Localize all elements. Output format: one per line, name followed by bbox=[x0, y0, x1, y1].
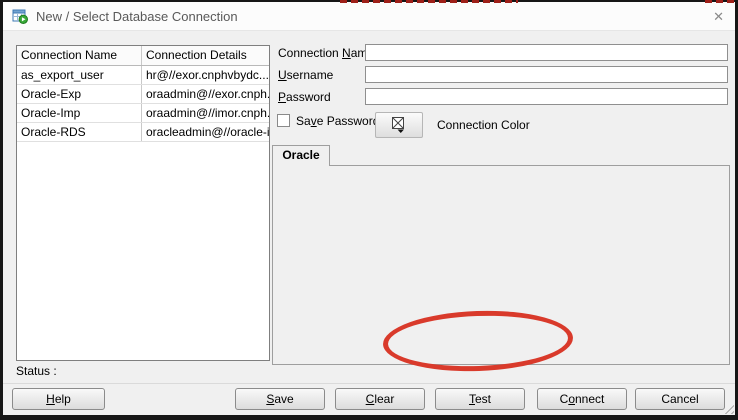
test-button[interactable]: Test bbox=[435, 388, 525, 410]
connection-details-cell: hr@//exor.cnphvbydc... bbox=[142, 66, 269, 84]
column-header-connection-details[interactable]: Connection Details bbox=[142, 46, 269, 65]
help-button[interactable]: Help bbox=[12, 388, 105, 410]
table-header-row: Connection Name Connection Details bbox=[17, 46, 269, 66]
new-select-database-connection-dialog: New / Select Database Connection ✕ Conne… bbox=[0, 0, 738, 420]
connection-name-label: Connection Name bbox=[278, 46, 374, 60]
password-label: Password bbox=[278, 90, 331, 104]
cancel-button[interactable]: Cancel bbox=[635, 388, 725, 410]
connection-name-cell: Oracle-Exp bbox=[17, 85, 142, 103]
title-bar: New / Select Database Connection ✕ bbox=[3, 2, 735, 31]
no-color-icon bbox=[391, 117, 407, 133]
table-row[interactable]: Oracle-Imp oraadmin@//imor.cnph... bbox=[17, 104, 269, 123]
column-header-connection-name[interactable]: Connection Name bbox=[17, 46, 142, 65]
save-password-checkbox[interactable] bbox=[277, 114, 290, 127]
connection-name-cell: Oracle-RDS bbox=[17, 123, 142, 141]
connection-name-cell: as_export_user bbox=[17, 66, 142, 84]
username-input[interactable] bbox=[365, 66, 728, 83]
connection-name-input[interactable] bbox=[365, 44, 728, 61]
password-input[interactable] bbox=[365, 88, 728, 105]
separator bbox=[3, 383, 735, 384]
tab-oracle[interactable]: Oracle bbox=[272, 145, 330, 166]
connection-details-cell: oracleadmin@//oracle-i... bbox=[142, 123, 269, 141]
connect-button[interactable]: Connect bbox=[537, 388, 627, 410]
table-row[interactable]: Oracle-RDS oracleadmin@//oracle-i... bbox=[17, 123, 269, 142]
clear-button[interactable]: Clear bbox=[335, 388, 425, 410]
oracle-tab-panel bbox=[272, 165, 730, 365]
database-connection-icon bbox=[12, 8, 28, 24]
table-row[interactable]: Oracle-Exp oraadmin@//exor.cnph... bbox=[17, 85, 269, 104]
connection-color-label: Connection Color bbox=[437, 118, 530, 132]
dialog-title: New / Select Database Connection bbox=[36, 9, 238, 24]
save-password-label: Save Password bbox=[296, 114, 379, 128]
connections-table: Connection Name Connection Details as_ex… bbox=[16, 45, 270, 361]
connection-color-button[interactable] bbox=[375, 112, 423, 138]
status-label: Status : bbox=[16, 364, 57, 378]
save-button[interactable]: Save bbox=[235, 388, 325, 410]
cropped-annotation-text bbox=[705, 0, 735, 3]
table-row[interactable]: as_export_user hr@//exor.cnphvbydc... bbox=[17, 66, 269, 85]
connection-name-cell: Oracle-Imp bbox=[17, 104, 142, 122]
connection-details-cell: oraadmin@//imor.cnph... bbox=[142, 104, 269, 122]
connection-details-cell: oraadmin@//exor.cnph... bbox=[142, 85, 269, 103]
username-label: Username bbox=[278, 68, 333, 82]
close-icon[interactable]: ✕ bbox=[713, 9, 724, 25]
cropped-annotation-text bbox=[340, 0, 518, 3]
